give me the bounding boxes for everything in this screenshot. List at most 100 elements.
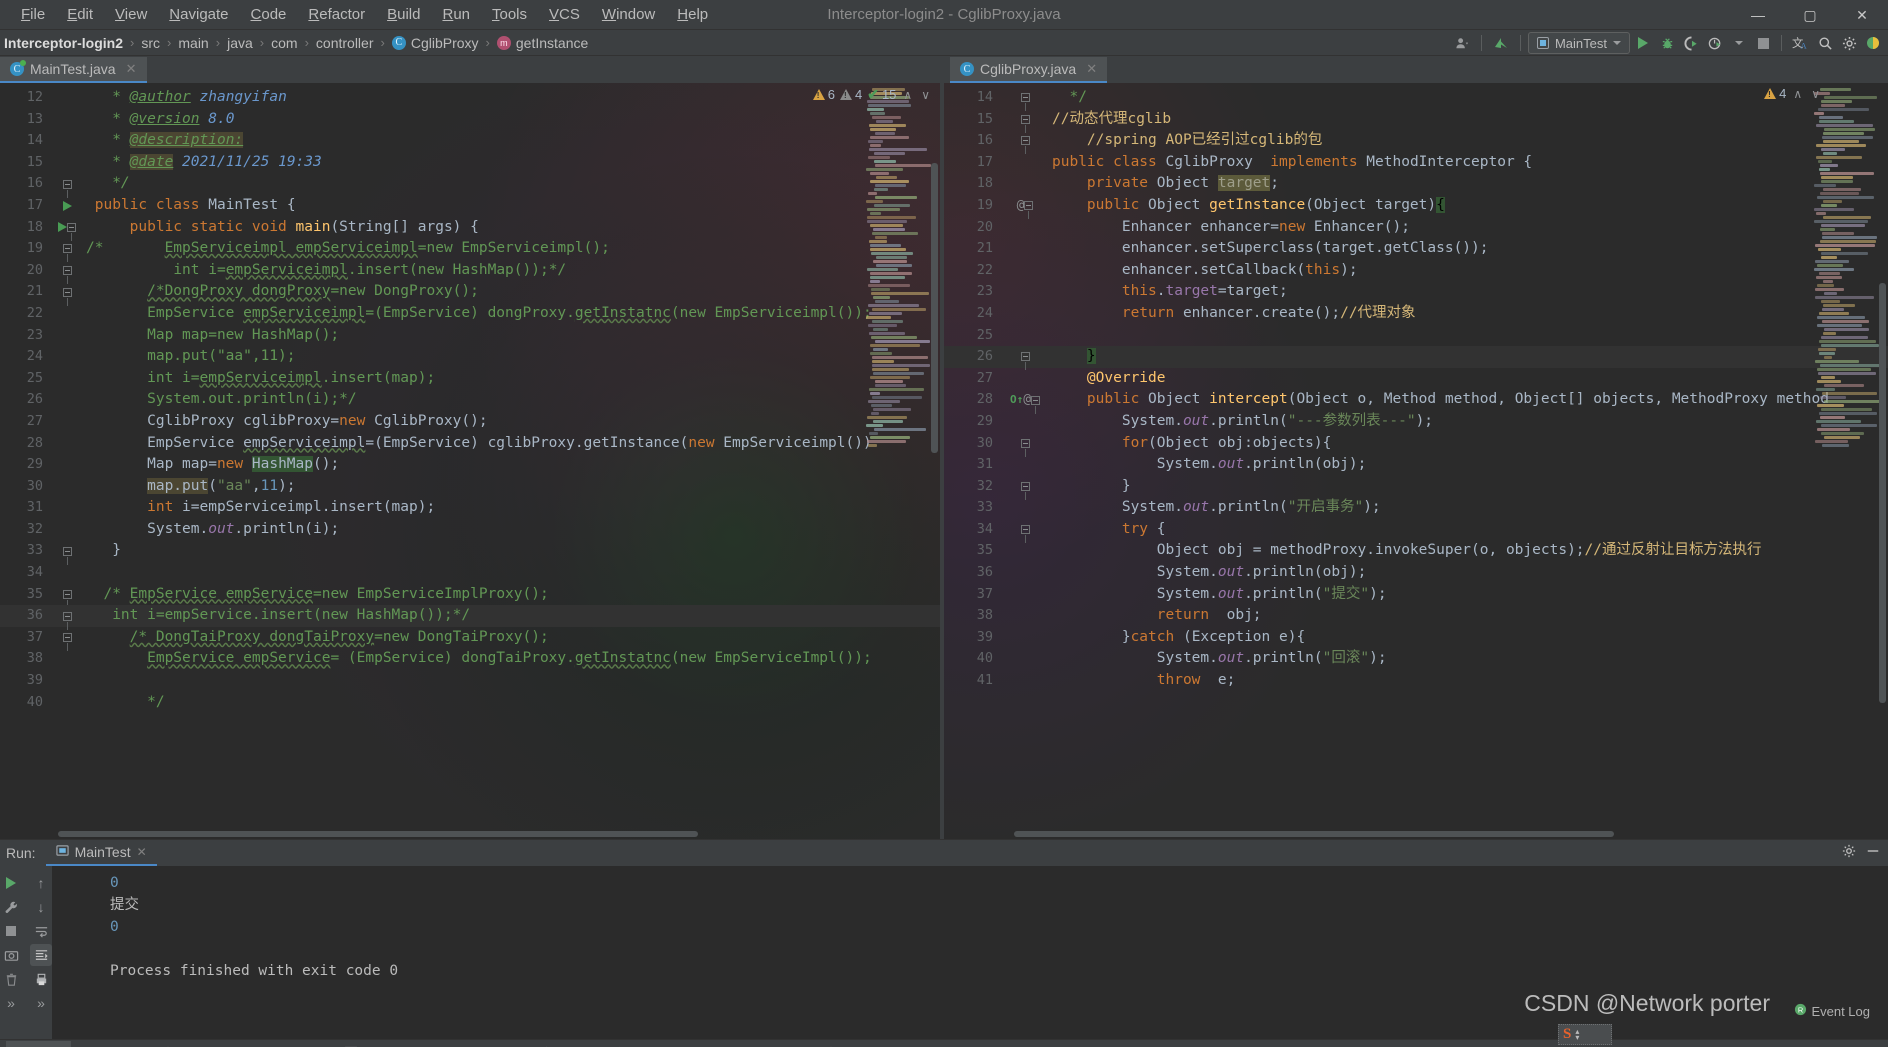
scrollbar-thumb[interactable] — [1879, 283, 1886, 703]
run-gutter-icon[interactable] — [58, 222, 67, 233]
fold-icon[interactable] — [1020, 136, 1030, 155]
breadcrumb-item-java[interactable]: java — [223, 33, 257, 53]
tool-button-services[interactable]: Services — [814, 1041, 908, 1047]
hscrollbar-thumb[interactable] — [1014, 831, 1614, 837]
run-gutter-icon[interactable] — [62, 200, 72, 211]
tab-maintest-java[interactable]: C MainTest.java ✕ — [0, 57, 147, 83]
fold-icon[interactable] — [62, 546, 72, 565]
breadcrumb-item-src[interactable]: src — [137, 33, 164, 53]
menu-item-edit[interactable]: Edit — [56, 3, 104, 26]
code-line[interactable]: 12 * @author zhangyifan — [0, 87, 940, 109]
trash-icon[interactable] — [0, 968, 22, 990]
menu-item-build[interactable]: Build — [376, 3, 431, 26]
weak-warning-count-group[interactable]: 4 — [839, 87, 862, 102]
code-line[interactable]: 28 EmpService empServiceimpl=(EmpService… — [0, 433, 940, 455]
code-line[interactable]: 31 int i=empServiceimpl.insert(map); — [0, 497, 940, 519]
code-line[interactable]: 38 EmpService empService= (EmpService) d… — [0, 648, 940, 670]
fold-icon[interactable] — [62, 287, 72, 306]
code-line[interactable]: 18 private Object target; — [944, 173, 1888, 195]
code-line[interactable]: 32 } — [944, 476, 1888, 500]
vertical-scrollbar-left[interactable] — [929, 83, 940, 839]
gutter-marks[interactable]: @ — [1002, 195, 1048, 220]
code-line[interactable]: 37 /* DongTaiProxy dongTaiProxy=new Dong… — [0, 627, 940, 652]
breadcrumb-item-main[interactable]: main — [174, 33, 212, 53]
code-line[interactable]: 23 Map map=new HashMap(); — [0, 325, 940, 347]
gutter-marks[interactable] — [52, 589, 82, 608]
scroll-up-icon[interactable]: ↑ — [30, 872, 52, 894]
camera-icon[interactable] — [0, 944, 22, 966]
code-line[interactable]: 16 */ — [0, 173, 940, 198]
code-line[interactable]: 27 @Override — [944, 368, 1888, 390]
tool-button-dependencies[interactable]: Dependencies — [602, 1041, 733, 1047]
gutter-marks[interactable] — [52, 633, 82, 652]
search-icon[interactable] — [1814, 32, 1836, 54]
expand-icon[interactable]: » — [0, 992, 22, 1014]
code-line[interactable]: 39 — [0, 670, 940, 692]
code-line[interactable]: 30 for(Object obj:objects){ — [944, 433, 1888, 457]
code-line[interactable]: 21 /*DongProxy dongProxy=new DongProxy()… — [0, 281, 940, 306]
gutter-marks[interactable] — [52, 287, 82, 306]
code-line[interactable]: 28 O↑ @ public Object intercept(Object o, … — [944, 389, 1888, 414]
code-line[interactable]: 26 } — [944, 346, 1888, 371]
run-with-coverage-icon[interactable] — [1680, 32, 1702, 54]
tool-button-run[interactable]: Run — [6, 1040, 71, 1047]
fold-icon[interactable] — [62, 589, 72, 608]
gutter-marks[interactable] — [52, 222, 82, 241]
fold-icon[interactable] — [1024, 201, 1034, 220]
breadcrumb-item-cglibproxy[interactable]: C CglibProxy — [388, 33, 483, 53]
fold-icon[interactable] — [62, 179, 72, 198]
soft-wrap-icon[interactable] — [30, 920, 52, 942]
tool-button-profiler[interactable]: Profiler — [250, 1041, 334, 1047]
scroll-to-end-icon[interactable] — [30, 944, 52, 966]
menu-item-refactor[interactable]: Refactor — [297, 3, 376, 26]
update-project-icon[interactable] — [1489, 32, 1513, 54]
menu-item-code[interactable]: Code — [240, 3, 298, 26]
hide-icon[interactable] — [1866, 844, 1880, 863]
menu-item-navigate[interactable]: Navigate — [158, 3, 239, 26]
fold-icon[interactable] — [1020, 114, 1030, 133]
code-line[interactable]: 36 int i=empService.insert(new HashMap()… — [0, 605, 940, 630]
breadcrumb-item-interceptor-login2[interactable]: Interceptor-login2 — [0, 33, 127, 53]
code-line[interactable]: 40 System.out.println("回滚"); — [944, 648, 1888, 670]
minimize-button[interactable]: — — [1732, 0, 1784, 30]
close-icon[interactable]: ✕ — [1086, 61, 1097, 77]
fold-icon[interactable] — [62, 611, 72, 630]
code-line[interactable]: 20 int i=empServiceimpl.insert(new HashM… — [0, 260, 940, 285]
print-icon[interactable] — [30, 968, 52, 990]
ime-indicator[interactable]: S ▴ ▾ — [1558, 1024, 1612, 1045]
expand-icon-2[interactable]: » — [30, 992, 52, 1014]
tool-button-endpoints[interactable]: Endpoints — [427, 1041, 530, 1047]
hscrollbar-thumb[interactable] — [58, 831, 698, 837]
code-line[interactable]: 31 System.out.println(obj); — [944, 454, 1888, 476]
code-line[interactable]: 16 //spring AOP已经引过cglib的包 — [944, 130, 1888, 155]
gutter-marks[interactable] — [52, 266, 82, 285]
code-line[interactable]: 39 }catch (Exception e){ — [944, 627, 1888, 649]
tab-cglibproxy-java[interactable]: C CglibProxy.java ✕ — [950, 57, 1108, 83]
fold-icon[interactable] — [62, 244, 72, 263]
fold-icon[interactable] — [67, 222, 76, 241]
translate-icon[interactable]: 文A — [1789, 32, 1812, 54]
vertical-scrollbar-right[interactable] — [1877, 83, 1888, 839]
code-line[interactable]: 13 * @version 8.0 — [0, 109, 940, 131]
gutter-marks[interactable] — [1002, 481, 1048, 500]
fold-icon[interactable] — [1020, 352, 1030, 371]
code-line[interactable]: 21 enhancer.setSuperclass(target.getClas… — [944, 238, 1888, 260]
breadcrumb-item-com[interactable]: com — [267, 33, 301, 53]
code-line[interactable]: 23 this.target=target; — [944, 281, 1888, 303]
code-line[interactable]: 40 */ — [0, 692, 940, 714]
fold-icon[interactable] — [1020, 525, 1030, 544]
code-line[interactable]: 24 map.put("aa",11); — [0, 346, 940, 368]
horizontal-scrollbar-right[interactable] — [944, 830, 1888, 839]
gutter-marks[interactable] — [1002, 525, 1048, 544]
gutter-marks[interactable] — [52, 200, 82, 211]
menu-item-window[interactable]: Window — [591, 3, 666, 26]
code-line[interactable]: 17 public class MainTest { — [0, 195, 940, 217]
scroll-down-icon[interactable]: ↓ — [30, 896, 52, 918]
rerun-icon[interactable] — [0, 872, 22, 894]
menu-item-file[interactable]: File — [10, 3, 56, 26]
gutter-marks[interactable] — [52, 244, 82, 263]
code-line[interactable]: 29 System.out.println("---参数列表---"); — [944, 411, 1888, 433]
tool-button-problems[interactable]: Problems — [151, 1041, 250, 1047]
gear-icon[interactable] — [1842, 844, 1856, 863]
code-line[interactable]: 32 System.out.println(i); — [0, 519, 940, 541]
